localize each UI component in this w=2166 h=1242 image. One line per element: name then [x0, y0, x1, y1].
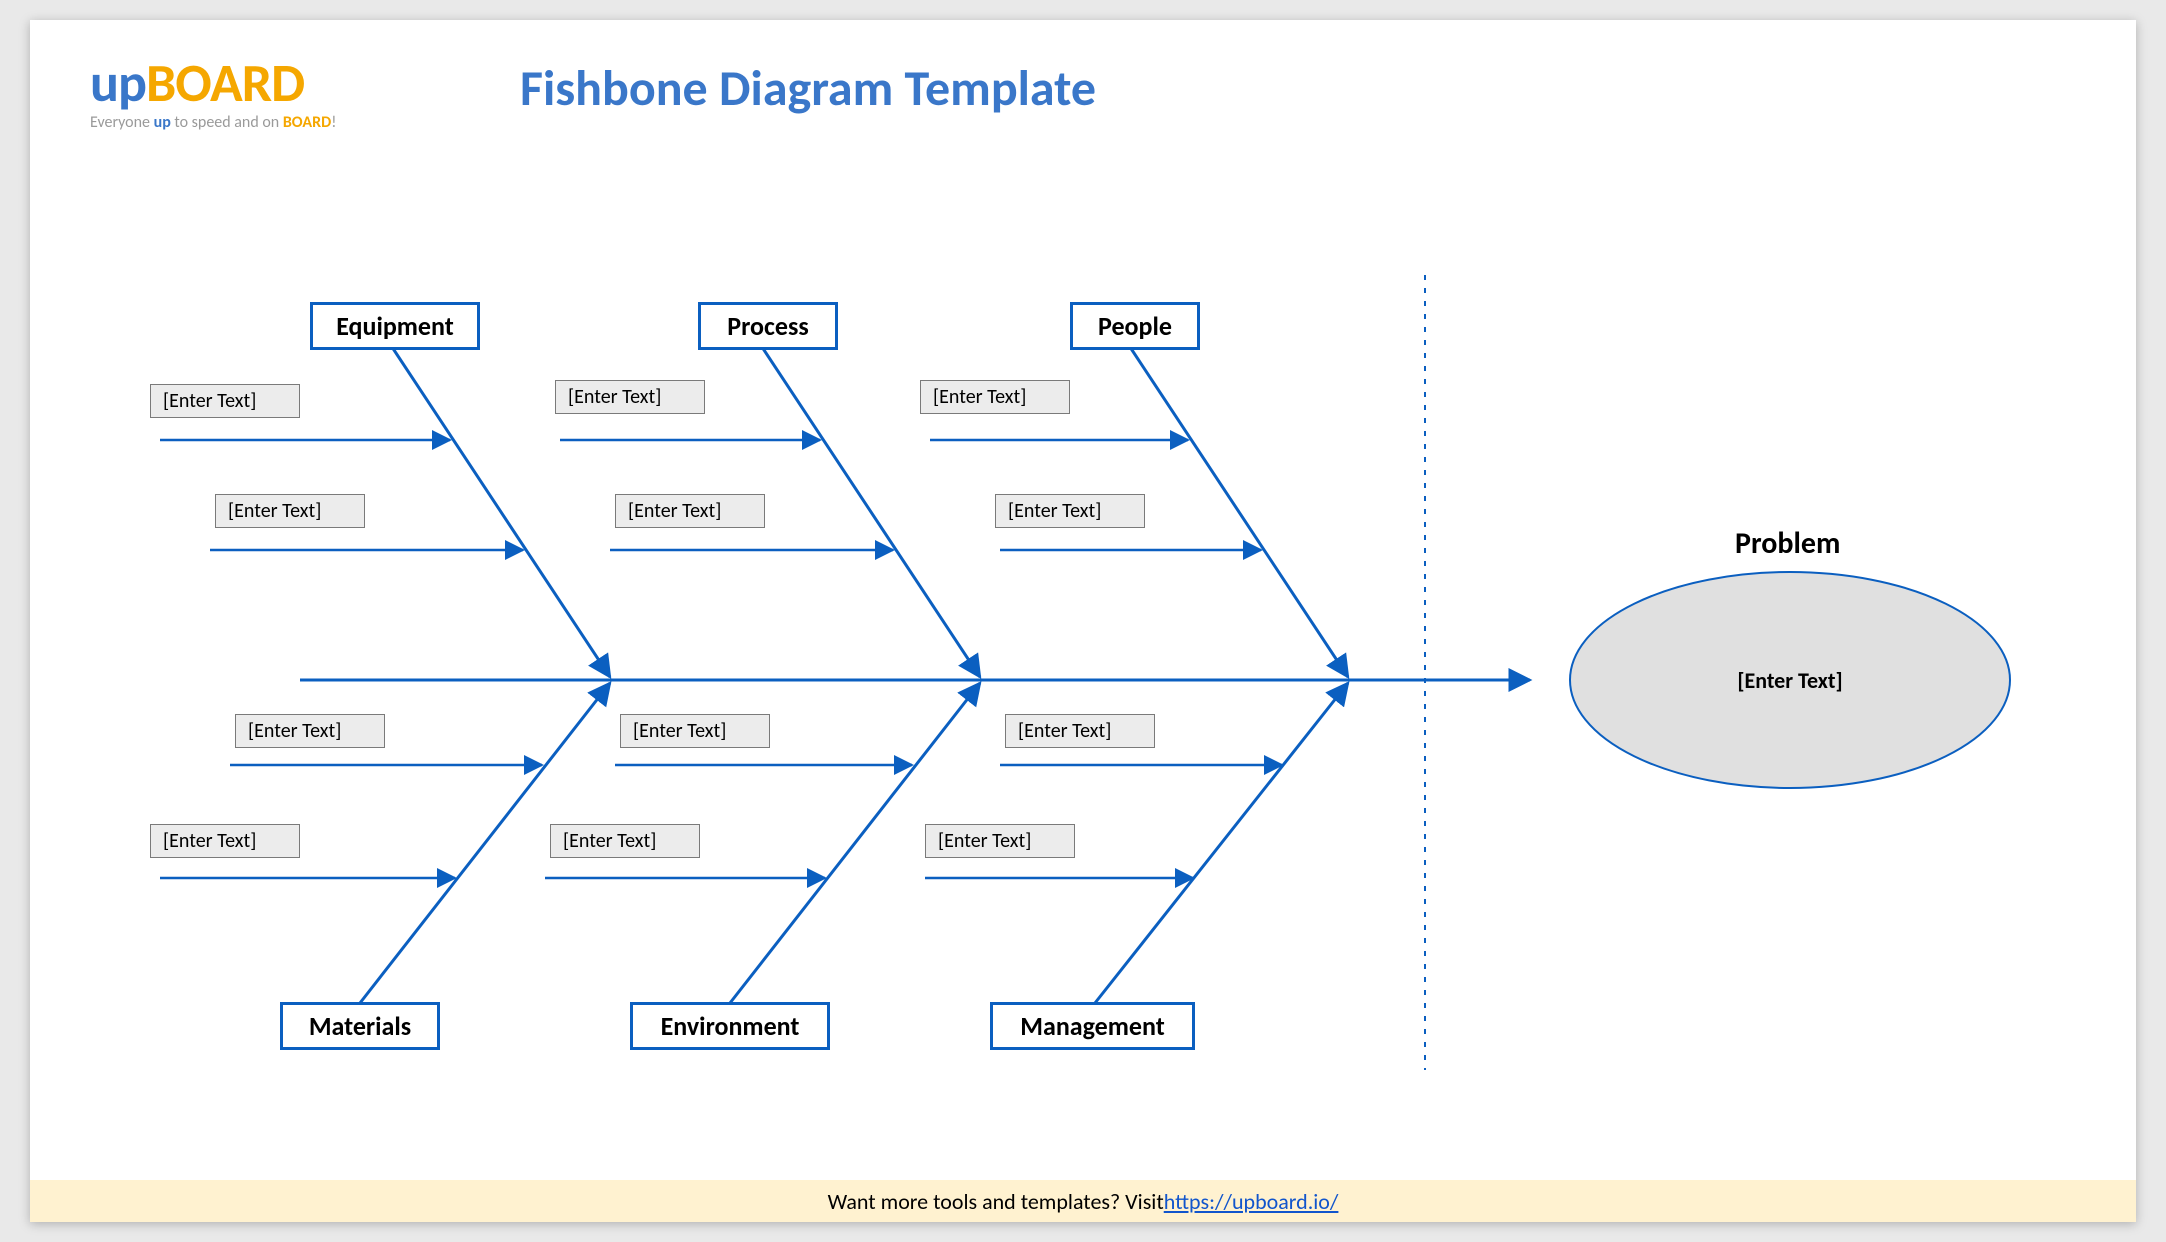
- problem-label: Problem: [1735, 525, 1840, 562]
- footer-link[interactable]: https://upboard.io/: [1164, 1188, 1339, 1215]
- cause-input-b1a[interactable]: [Enter Text]: [235, 714, 385, 748]
- category-box-materials[interactable]: Materials: [280, 1002, 440, 1050]
- cause-input-b2a[interactable]: [Enter Text]: [620, 714, 770, 748]
- category-box-equipment[interactable]: Equipment: [310, 302, 480, 350]
- category-box-people[interactable]: People: [1070, 302, 1200, 350]
- cause-input-t3b[interactable]: [Enter Text]: [995, 494, 1145, 528]
- cause-input-b2b[interactable]: [Enter Text]: [550, 824, 700, 858]
- cause-input-b3a[interactable]: [Enter Text]: [1005, 714, 1155, 748]
- category-box-management[interactable]: Management: [990, 1002, 1195, 1050]
- problem-placeholder[interactable]: [Enter Text]: [1640, 667, 1940, 694]
- cause-input-t2b[interactable]: [Enter Text]: [615, 494, 765, 528]
- category-box-process[interactable]: Process: [698, 302, 838, 350]
- cause-input-t3a[interactable]: [Enter Text]: [920, 380, 1070, 414]
- footer-bar: Want more tools and templates? Visit htt…: [30, 1180, 2136, 1222]
- page: upBOARD Everyone up to speed and on BOAR…: [30, 20, 2136, 1222]
- cause-input-t2a[interactable]: [Enter Text]: [555, 380, 705, 414]
- cause-input-t1a[interactable]: [Enter Text]: [150, 384, 300, 418]
- footer-text: Want more tools and templates? Visit: [828, 1188, 1164, 1215]
- cause-input-t1b[interactable]: [Enter Text]: [215, 494, 365, 528]
- category-box-environment[interactable]: Environment: [630, 1002, 830, 1050]
- cause-input-b1b[interactable]: [Enter Text]: [150, 824, 300, 858]
- cause-input-b3b[interactable]: [Enter Text]: [925, 824, 1075, 858]
- bone-top-3: [1130, 347, 1348, 677]
